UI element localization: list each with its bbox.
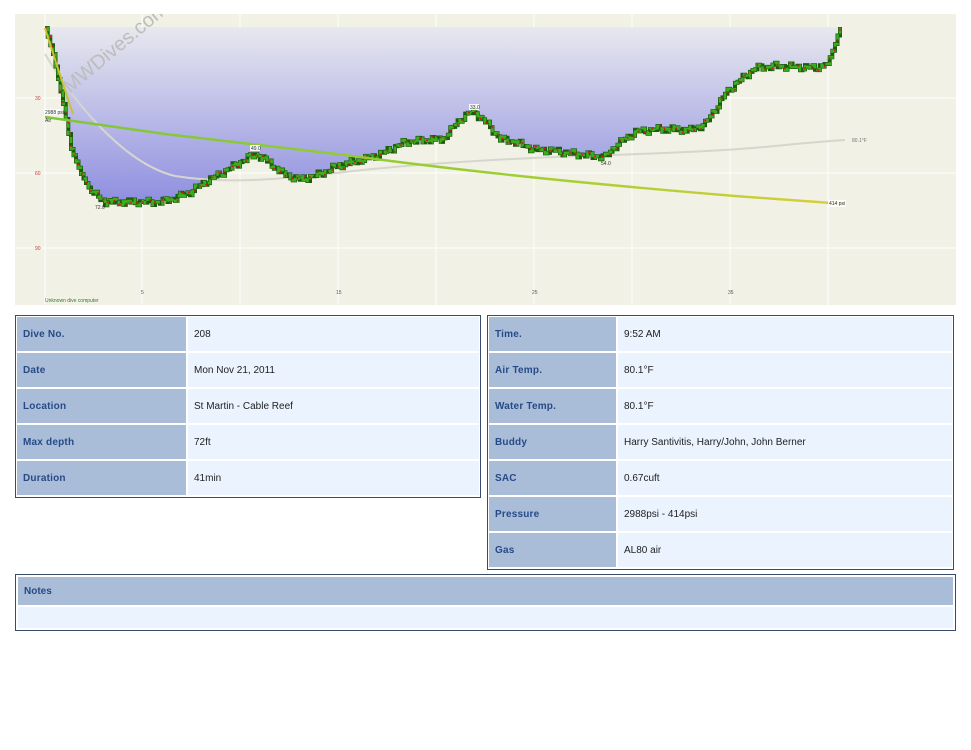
dive-profile-chart: 30 60 90 5 15 25 35 2988 psi Air 414 psi…	[15, 14, 956, 305]
table-row: Date Mon Nov 21, 2011	[17, 353, 479, 387]
depth-marker-late: 54.0	[601, 161, 611, 167]
depth-axis-label: 90	[35, 246, 41, 252]
notes-label: Notes	[18, 577, 953, 605]
row-value: 72ft	[188, 425, 479, 459]
table-row: SAC 0.67cuft	[489, 461, 952, 495]
dive-summary-table: Dive No. 208 Date Mon Nov 21, 2011 Location S…	[15, 315, 481, 498]
table-row: Gas AL80 air	[489, 533, 952, 567]
table-row: Dive No. 208	[17, 317, 479, 351]
table-row: Buddy Harry Santivitis, Harry/John, John …	[489, 425, 952, 459]
depth-marker-mid: 49.0	[251, 146, 261, 152]
row-value: 2988psi - 414psi	[618, 497, 952, 531]
dive-details-table: Time. 9:52 AM Air Temp. 80.1°F Water Temp. 80…	[487, 315, 954, 570]
table-row: Time. 9:52 AM	[489, 317, 952, 351]
temperature-label: 80.1°F	[852, 138, 867, 144]
notes-text	[18, 607, 953, 628]
end-pressure-label: 414 psi	[829, 201, 845, 207]
row-value: 41min	[188, 461, 479, 495]
row-label: Date	[17, 353, 186, 387]
row-value: 0.67cuft	[618, 461, 952, 495]
depth-marker-peak: 33.0	[470, 105, 480, 111]
row-value: 80.1°F	[618, 353, 952, 387]
row-label: Pressure	[489, 497, 616, 531]
table-row: Air Temp. 80.1°F	[489, 353, 952, 387]
row-value: Harry Santivitis, Harry/John, John Berne…	[618, 425, 952, 459]
time-axis-label: 35	[728, 290, 734, 296]
time-axis-label: 15	[336, 290, 342, 296]
row-label: Max depth	[17, 425, 186, 459]
row-value: AL80 air	[618, 533, 952, 567]
table-row: Water Temp. 80.1°F	[489, 389, 952, 423]
row-label: SAC	[489, 461, 616, 495]
time-axis-label: 5	[141, 290, 144, 296]
gas-label: Air	[45, 118, 51, 124]
row-value: 208	[188, 317, 479, 351]
depth-axis-label: 60	[35, 171, 41, 177]
table-row: Pressure 2988psi - 414psi	[489, 497, 952, 531]
row-label: Location	[17, 389, 186, 423]
notes-panel: Notes	[15, 574, 956, 631]
row-label: Time.	[489, 317, 616, 351]
row-label: Duration	[17, 461, 186, 495]
row-value: 80.1°F	[618, 389, 952, 423]
row-label: Water Temp.	[489, 389, 616, 423]
row-value: Mon Nov 21, 2011	[188, 353, 479, 387]
row-label: Dive No.	[17, 317, 186, 351]
start-pressure-label: 2988 psi	[45, 110, 64, 116]
row-value: 9:52 AM	[618, 317, 952, 351]
row-label: Gas	[489, 533, 616, 567]
dive-computer-label: Unknown dive computer	[45, 298, 99, 304]
time-axis-label: 25	[532, 290, 538, 296]
table-row: Max depth 72ft	[17, 425, 479, 459]
depth-axis-label: 30	[35, 96, 41, 102]
table-row: Location St Martin - Cable Reef	[17, 389, 479, 423]
row-value: St Martin - Cable Reef	[188, 389, 479, 423]
row-label: Air Temp.	[489, 353, 616, 387]
table-row: Duration 41min	[17, 461, 479, 495]
max-depth-marker: 72.0	[95, 205, 105, 211]
row-label: Buddy	[489, 425, 616, 459]
